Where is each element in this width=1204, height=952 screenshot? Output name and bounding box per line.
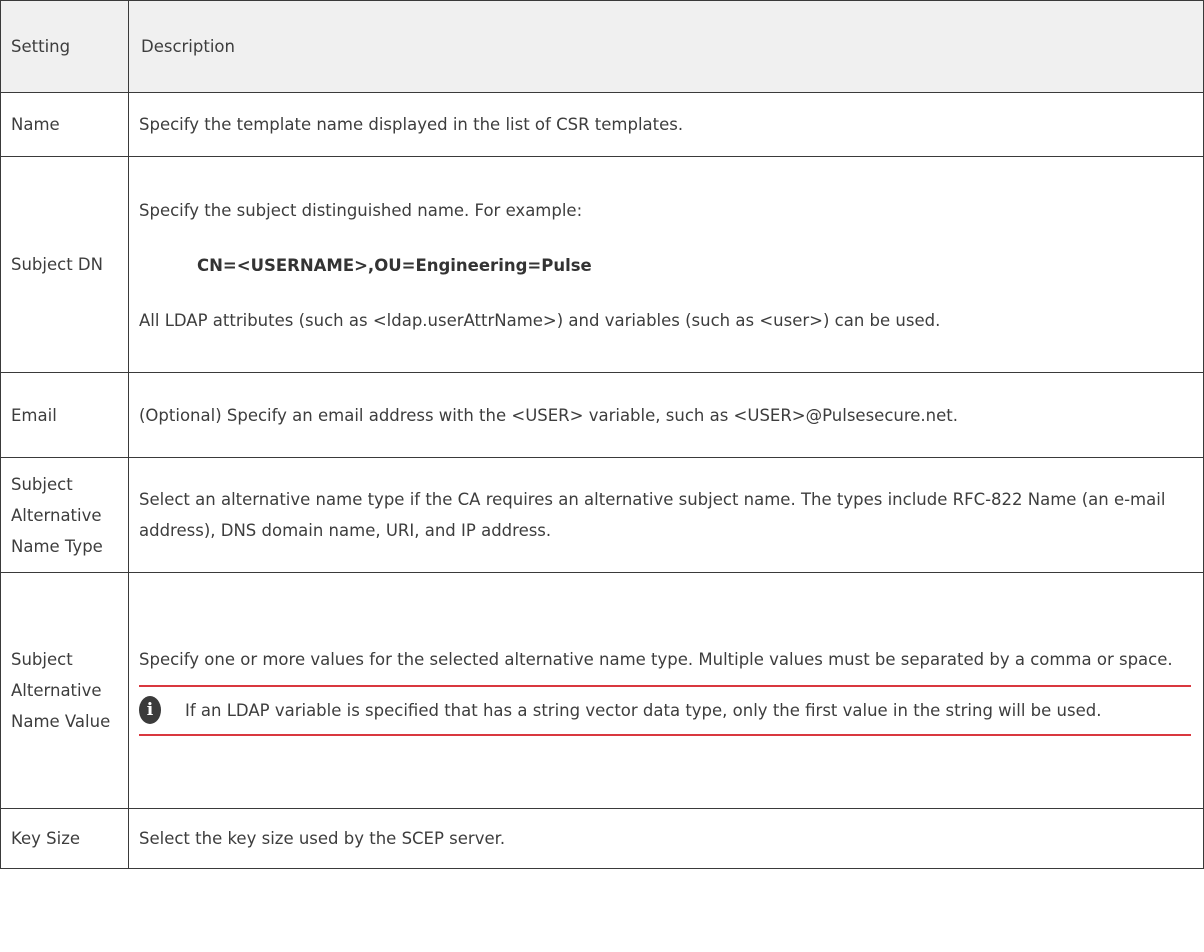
description-cell: (Optional) Specify an email address with… (128, 372, 1204, 458)
column-header-description: Description (128, 0, 1204, 93)
description-extra: All LDAP attributes (such as <ldap.userA… (139, 311, 941, 330)
description-text: Specify the subject distinguished name. … (139, 201, 583, 220)
description-cell: Specify the template name displayed in t… (128, 92, 1204, 157)
description-text: Specify one or more values for the selec… (139, 649, 1173, 669)
description-cell: Select an alternative name type if the C… (128, 457, 1204, 573)
example-code: CN=<USERNAME>,OU=Engineering=Pulse (197, 256, 592, 275)
table-row-subject-dn: Subject DN Specify the subject distingui… (0, 156, 1204, 373)
setting-cell: Email (0, 372, 129, 458)
table-row-key-size: Key Size Select the key size used by the… (0, 808, 1204, 869)
settings-table: Setting Description Name Specify the tem… (0, 0, 1204, 869)
setting-cell: Name (0, 92, 129, 157)
setting-cell: Subject DN (0, 156, 129, 373)
setting-cell: Subject Alternative Name Type (0, 457, 129, 573)
note-text: If an LDAP variable is specified that ha… (185, 700, 1102, 720)
description-cell: Specify one or more values for the selec… (128, 572, 1204, 809)
note-box: i If an LDAP variable is specified that … (139, 684, 1191, 736)
table-row-email: Email (Optional) Specify an email addres… (0, 372, 1204, 458)
setting-cell: Key Size (0, 808, 129, 869)
description-cell: Specify the subject distinguished name. … (128, 156, 1204, 373)
table-row-name: Name Specify the template name displayed… (0, 92, 1204, 157)
table-header-row: Setting Description (0, 0, 1204, 93)
table-row-san-type: Subject Alternative Name Type Select an … (0, 457, 1204, 573)
setting-cell: Subject Alternative Name Value (0, 572, 129, 809)
column-header-setting: Setting (0, 0, 129, 93)
description-cell: Select the key size used by the SCEP ser… (128, 808, 1204, 869)
table-row-san-value: Subject Alternative Name Value Specify o… (0, 572, 1204, 809)
info-icon: i (139, 696, 161, 724)
